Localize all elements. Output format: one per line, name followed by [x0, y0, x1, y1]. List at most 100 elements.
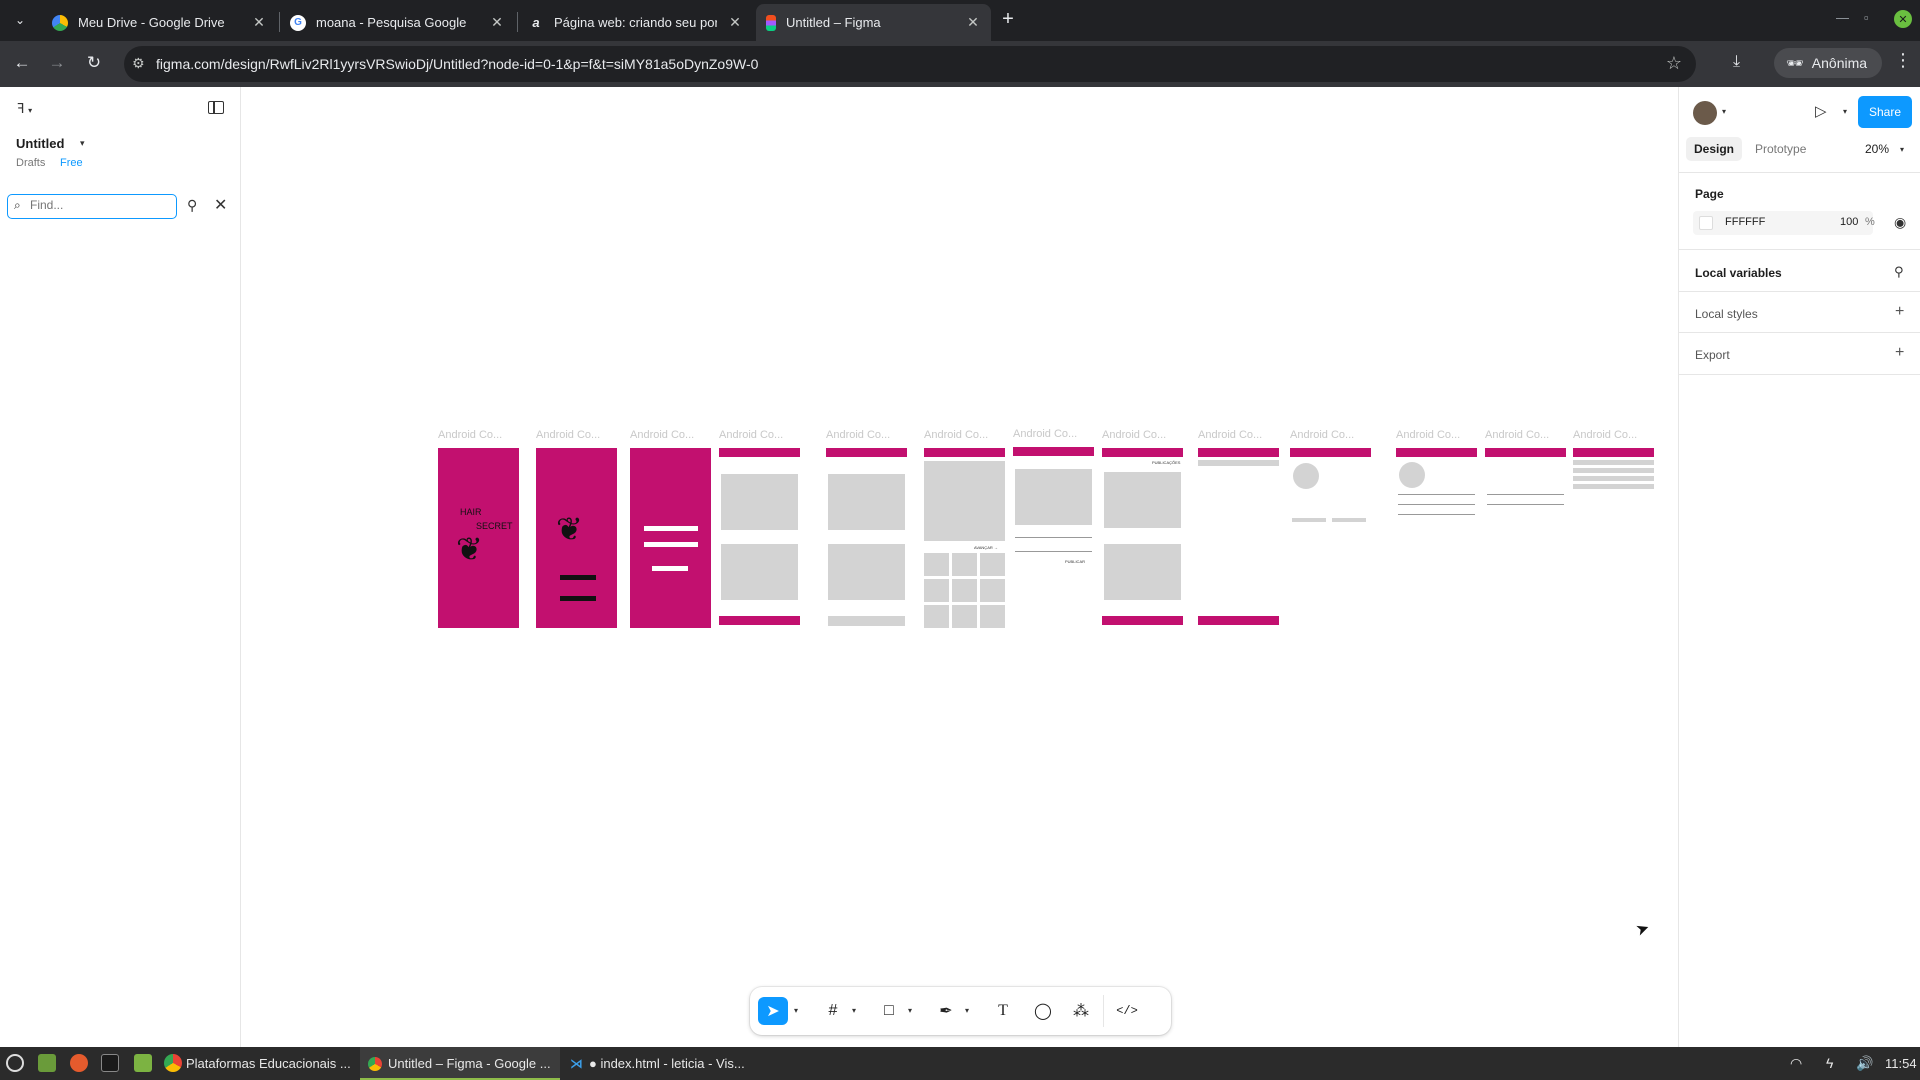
dev-mode-icon[interactable]: </>: [1112, 997, 1142, 1025]
chevron-down-icon[interactable]: ▾: [1900, 145, 1904, 154]
tab-prototype[interactable]: Prototype: [1747, 137, 1814, 161]
frame-profile[interactable]: [1290, 448, 1371, 628]
power-icon[interactable]: ϟ: [1826, 1055, 1833, 1071]
incognito-profile-button[interactable]: 🕶 Anônima: [1774, 48, 1882, 78]
share-button[interactable]: Share: [1858, 96, 1912, 128]
frame-tool-icon[interactable]: #: [820, 997, 846, 1025]
comment-tool-icon[interactable]: ◯: [1030, 997, 1056, 1025]
volume-icon[interactable]: 🔊: [1856, 1055, 1873, 1072]
variables-settings-icon[interactable]: ⚲: [1894, 264, 1904, 280]
add-style-icon[interactable]: +: [1895, 303, 1904, 321]
reload-icon[interactable]: ↻: [83, 53, 105, 73]
frame-label[interactable]: Android Co...: [1013, 428, 1077, 440]
find-input[interactable]: [30, 198, 170, 212]
chevron-down-icon[interactable]: ▾: [80, 138, 85, 149]
frame-label[interactable]: Android Co...: [438, 429, 502, 441]
color-swatch[interactable]: [1699, 216, 1713, 230]
site-info-icon[interactable]: ⚙: [132, 55, 145, 72]
components-tool-icon[interactable]: ⁂: [1068, 997, 1094, 1025]
wifi-icon[interactable]: ◠: [1790, 1055, 1802, 1072]
bookmark-star-icon[interactable]: ☆: [1666, 53, 1682, 74]
frame-label[interactable]: Android Co...: [1396, 429, 1460, 441]
frame-publications[interactable]: PUBLICAÇÕES: [1102, 448, 1183, 628]
frame-label[interactable]: Android Co...: [1573, 429, 1637, 441]
tab-design[interactable]: Design: [1686, 137, 1743, 161]
pen-tool-icon[interactable]: ✒: [933, 997, 959, 1025]
chevron-down-icon[interactable]: ▾: [1843, 107, 1847, 116]
taskbar-item-vscode[interactable]: ⋊ ● index.html - leticia - Vis...: [562, 1047, 762, 1080]
url-text[interactable]: figma.com/design/RwfLiv2Rl1yyrsVRSwioDj/…: [156, 56, 758, 72]
close-tab-icon[interactable]: ✕: [489, 14, 505, 31]
frame-edit-profile[interactable]: [1396, 448, 1477, 628]
desktop-icon[interactable]: [38, 1054, 56, 1072]
frame-welcome[interactable]: ❦: [536, 448, 617, 628]
firefox-icon[interactable]: [70, 1054, 88, 1072]
chevron-down-icon[interactable]: ▾: [908, 1006, 912, 1015]
chevron-down-icon[interactable]: ▾: [965, 1006, 969, 1015]
frame-search[interactable]: [1198, 448, 1279, 628]
minimize-icon[interactable]: —: [1836, 10, 1849, 25]
filter-icon[interactable]: ⚲: [187, 197, 197, 214]
frame-label[interactable]: Android Co...: [1198, 429, 1262, 441]
new-tab-icon[interactable]: +: [996, 8, 1020, 31]
close-tab-icon[interactable]: ✕: [727, 14, 743, 31]
add-export-icon[interactable]: +: [1895, 344, 1904, 362]
download-icon[interactable]: ⤓: [1733, 53, 1740, 71]
frame-settings[interactable]: [1485, 448, 1566, 628]
panel-toggle-icon[interactable]: [208, 101, 224, 114]
frame-label[interactable]: Android Co...: [826, 429, 890, 441]
frame-label[interactable]: Android Co...: [719, 429, 783, 441]
zoom-level[interactable]: 20%: [1865, 142, 1889, 156]
chevron-down-icon[interactable]: ▾: [852, 1006, 856, 1015]
terminal-icon[interactable]: [101, 1054, 119, 1072]
frame-login[interactable]: [630, 448, 711, 628]
rectangle-tool-icon[interactable]: □: [876, 997, 902, 1025]
design-canvas[interactable]: Android Co... Android Co... Android Co..…: [242, 87, 1678, 1047]
page-color-field[interactable]: FFFFFF 100 %: [1693, 211, 1875, 235]
taskbar-item-chrome[interactable]: Plataformas Educacionais ...: [178, 1047, 358, 1080]
clock[interactable]: 11:54: [1885, 1056, 1917, 1071]
frame-label[interactable]: Android Co...: [630, 429, 694, 441]
frame-new-post[interactable]: AVANÇAR →: [924, 448, 1005, 628]
plan-badge[interactable]: Free: [60, 157, 83, 169]
avatar[interactable]: [1693, 101, 1717, 125]
frame-label[interactable]: Android Co...: [924, 429, 988, 441]
main-menu-button[interactable]: ꟻ ▾: [17, 101, 32, 117]
find-field[interactable]: ⌕: [7, 194, 177, 219]
file-name[interactable]: Untitled: [16, 136, 64, 151]
start-menu-icon[interactable]: [6, 1054, 24, 1072]
maximize-icon[interactable]: ▫: [1864, 10, 1869, 25]
frame-feed[interactable]: [719, 448, 800, 628]
frame-caption[interactable]: PUBLICAR: [1013, 447, 1094, 627]
tab-google-drive[interactable]: Meu Drive - Google Drive ✕: [42, 4, 277, 41]
hex-value[interactable]: FFFFFF: [1725, 216, 1765, 228]
frame-label[interactable]: Android Co...: [536, 429, 600, 441]
tab-web-page[interactable]: a Página web: criando seu por ✕: [518, 4, 753, 41]
local-variables-title[interactable]: Local variables: [1695, 266, 1782, 280]
back-icon[interactable]: ←: [11, 53, 33, 73]
frame-label[interactable]: Android Co...: [1290, 429, 1354, 441]
forward-icon[interactable]: →: [46, 53, 68, 73]
frame-explore[interactable]: [826, 448, 907, 628]
tab-search-chevron-icon[interactable]: ⌄: [8, 8, 32, 32]
frame-label[interactable]: Android Co...: [1102, 429, 1166, 441]
browser-menu-icon[interactable]: ⋮: [1894, 50, 1912, 71]
file-location[interactable]: Drafts: [16, 157, 45, 169]
chevron-down-icon[interactable]: ▾: [1722, 107, 1726, 116]
close-tab-icon[interactable]: ✕: [251, 14, 267, 31]
chevron-down-icon[interactable]: ▾: [794, 1006, 798, 1015]
tab-google-search[interactable]: G moana - Pesquisa Google ✕: [280, 4, 515, 41]
tab-figma[interactable]: Untitled – Figma ✕: [756, 4, 991, 41]
taskbar-item-figma[interactable]: Untitled – Figma - Google ...: [360, 1047, 560, 1080]
present-play-icon[interactable]: ▷: [1815, 102, 1827, 120]
close-icon[interactable]: ✕: [214, 195, 227, 215]
frame-label[interactable]: Android Co...: [1485, 429, 1549, 441]
move-tool-icon[interactable]: ➤: [758, 997, 788, 1025]
close-tab-icon[interactable]: ✕: [965, 14, 981, 31]
address-bar[interactable]: ⚙ figma.com/design/RwfLiv2Rl1yyrsVRSwioD…: [124, 46, 1696, 82]
files-icon[interactable]: [134, 1054, 152, 1072]
frame-menu[interactable]: [1573, 448, 1654, 628]
eye-icon[interactable]: ◉: [1894, 214, 1906, 231]
text-tool-icon[interactable]: T: [990, 997, 1016, 1025]
opacity-value[interactable]: 100: [1840, 216, 1858, 228]
